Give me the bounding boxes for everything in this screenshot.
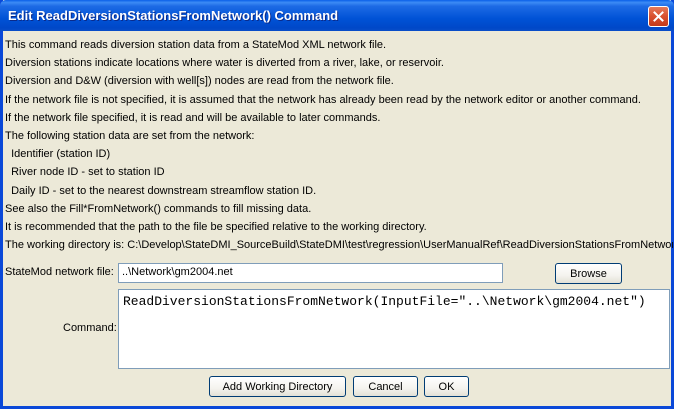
close-icon xyxy=(653,11,664,22)
dialog-window: Edit ReadDiversionStationsFromNetwork() … xyxy=(0,0,674,409)
description-line: The following station data are set from … xyxy=(5,129,255,142)
window-title: Edit ReadDiversionStationsFromNetwork() … xyxy=(8,8,339,23)
description-line: Daily ID - set to the nearest downstream… xyxy=(5,184,317,197)
description-line: The working directory is: C:\Develop\Sta… xyxy=(5,239,673,252)
close-button[interactable] xyxy=(648,6,669,27)
network-file-input[interactable]: ..\Network\gm2004.net xyxy=(118,263,503,283)
description-line: River node ID - set to station ID xyxy=(5,166,165,179)
description-line: If the network file specified, it is rea… xyxy=(5,111,381,124)
command-textarea[interactable]: ReadDiversionStationsFromNetwork(InputFi… xyxy=(118,289,670,369)
title-bar[interactable]: Edit ReadDiversionStationsFromNetwork() … xyxy=(0,0,674,31)
cancel-button[interactable]: Cancel xyxy=(353,376,418,397)
description-line: Diversion stations indicate locations wh… xyxy=(5,57,444,70)
description-line: It is recommended that the path to the f… xyxy=(5,220,427,233)
description-line: Identifier (station ID) xyxy=(5,148,111,161)
command-label: Command: xyxy=(63,322,117,334)
description-line: If the network file is not specified, it… xyxy=(5,93,641,106)
description-line: Diversion and D&W (diversion with well[s… xyxy=(5,75,394,88)
network-file-label: StateMod network file: xyxy=(5,266,114,278)
description-line: See also the Fill*FromNetwork() commands… xyxy=(5,202,312,215)
browse-button[interactable]: Browse xyxy=(555,263,622,284)
add-working-directory-button[interactable]: Add Working Directory xyxy=(209,376,346,397)
description-text: This command reads diversion station dat… xyxy=(5,36,673,254)
ok-button[interactable]: OK xyxy=(424,376,469,397)
description-line: This command reads diversion station dat… xyxy=(5,39,387,51)
